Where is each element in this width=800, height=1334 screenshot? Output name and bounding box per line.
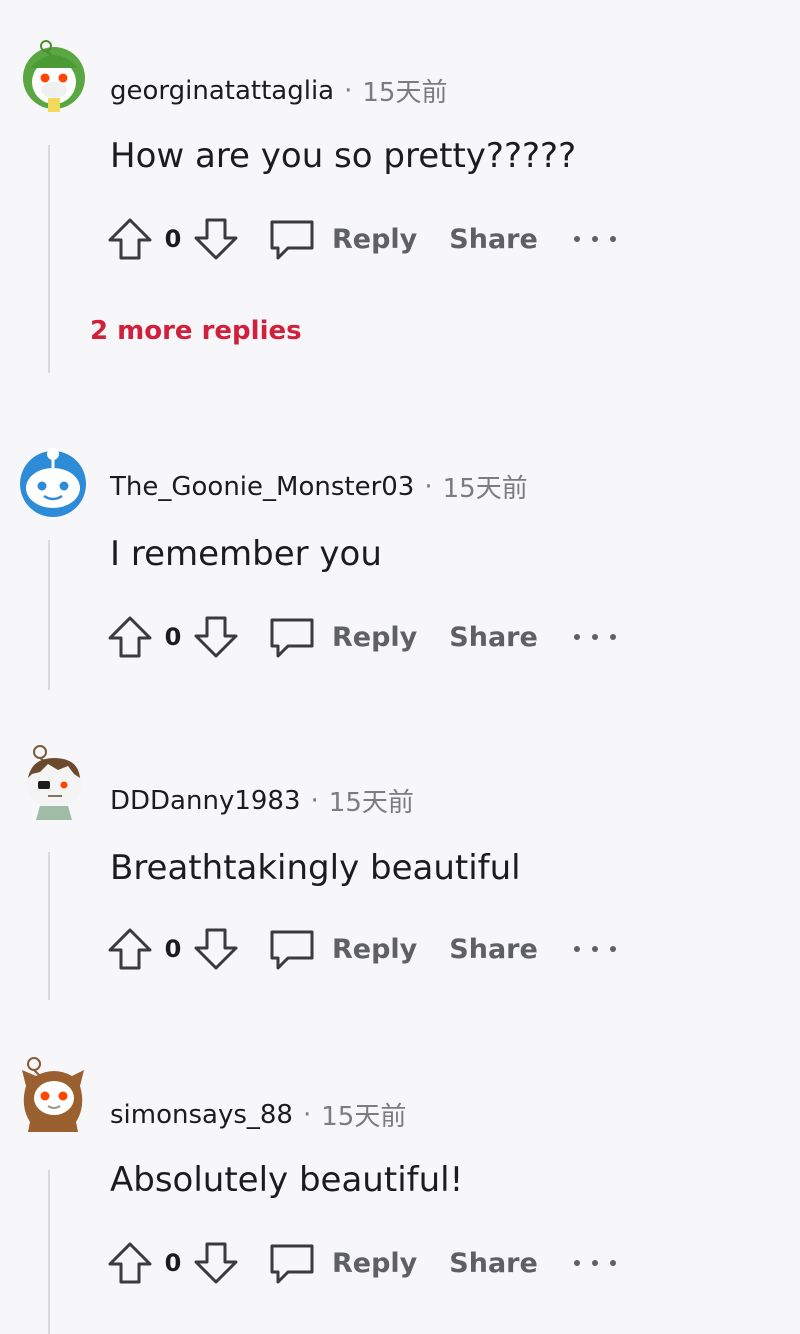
thread-line[interactable] [48,540,50,690]
downvote-arrow-icon[interactable] [192,924,240,974]
comment-bubble-icon[interactable] [268,214,316,264]
avatar[interactable] [18,38,88,114]
username[interactable]: The_Goonie_Monster03 [110,472,414,502]
snoo-bear-hood-avatar-icon [22,1057,84,1132]
share-button[interactable]: Share [449,1248,538,1279]
snoo-brown-hair-avatar-icon [26,745,82,820]
reply-button[interactable]: Reply [332,934,417,965]
share-button[interactable]: Share [449,934,538,965]
comment-bubble-icon[interactable] [268,612,316,662]
comment: The_Goonie_Monster03 · 15天前 I remember y… [0,400,800,710]
upvote-arrow-icon[interactable] [106,214,154,264]
share-button[interactable]: Share [449,224,538,255]
share-button[interactable]: Share [449,622,538,653]
comment-bubble-icon[interactable] [268,924,316,974]
thread-line[interactable] [48,1170,50,1334]
username[interactable]: georginatattaglia [110,76,334,106]
reply-button[interactable]: Reply [332,1248,417,1279]
comment-meta: georginatattaglia · 15天前 [110,72,447,109]
upvote-arrow-icon[interactable] [106,612,154,662]
reply-button[interactable]: Reply [332,224,417,255]
comment-body: Breathtakingly beautiful [110,848,521,888]
comment-actions: 0 Reply Share [106,214,616,264]
more-dots-icon[interactable] [573,229,616,249]
downvote-arrow-icon[interactable] [192,1238,240,1288]
comment-actions: 0 Reply Share [106,1238,616,1288]
comment-body: How are you so pretty????? [110,136,577,176]
comment-actions: 0 Reply Share [106,924,616,974]
avatar[interactable] [18,446,88,522]
comment-meta: The_Goonie_Monster03 · 15天前 [110,468,528,505]
timestamp[interactable]: 15天前 [362,72,447,109]
meta-separator: · [344,75,353,106]
thread-line[interactable] [48,145,50,373]
more-dots-icon[interactable] [573,1253,616,1273]
avatar[interactable] [18,1056,88,1132]
username[interactable]: DDDanny1983 [110,786,301,816]
downvote-arrow-icon[interactable] [192,612,240,662]
downvote-arrow-icon[interactable] [192,214,240,264]
vote-count: 0 [164,1249,182,1277]
more-dots-icon[interactable] [573,627,616,647]
comment: DDDanny1983 · 15天前 Breathtakingly beauti… [0,710,800,1020]
comment-meta: simonsays_88 · 15天前 [110,1096,406,1133]
comment-body: Absolutely beautiful! [110,1160,464,1200]
meta-separator: · [424,471,433,502]
comment: georginatattaglia · 15天前 How are you so … [0,0,800,400]
username[interactable]: simonsays_88 [110,1100,293,1130]
vote-count: 0 [164,935,182,963]
comment-actions: 0 Reply Share [106,612,616,662]
vote-count: 0 [164,225,182,253]
meta-separator: · [302,1099,312,1130]
more-dots-icon[interactable] [573,939,616,959]
meta-separator: · [310,785,319,816]
reply-button[interactable]: Reply [332,622,417,653]
comment-body: I remember you [110,534,382,574]
upvote-arrow-icon[interactable] [106,924,154,974]
upvote-arrow-icon[interactable] [106,1238,154,1288]
comment-meta: DDDanny1983 · 15天前 [110,782,414,819]
snoo-blue-avatar-icon [20,448,86,517]
timestamp[interactable]: 15天前 [443,468,528,505]
comment-bubble-icon[interactable] [268,1238,316,1288]
comment: simonsays_88 · 15天前 Absolutely beautiful… [0,1020,800,1334]
thread-line[interactable] [48,852,50,1000]
snoo-green-hood-avatar-icon [23,40,85,112]
more-replies-link[interactable]: 2 more replies [90,316,302,346]
timestamp[interactable]: 15天前 [329,782,414,819]
avatar[interactable] [18,744,88,820]
vote-count: 0 [164,623,182,651]
timestamp[interactable]: 15天前 [321,1096,406,1133]
